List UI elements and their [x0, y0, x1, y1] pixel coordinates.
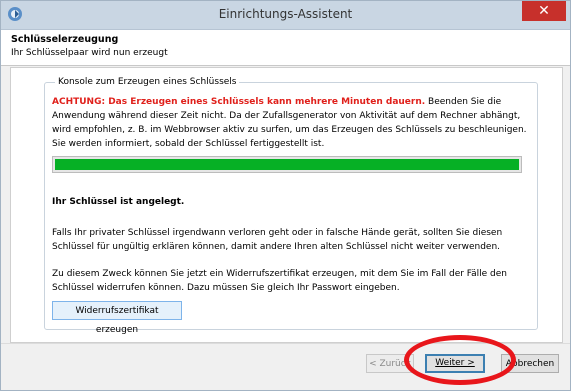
warning-text: ACHTUNG: Das Erzeugen eines Schlüssels k… — [52, 97, 426, 107]
wizard-header: Schlüsselerzeugung Ihr Schlüsselpaar wir… — [1, 30, 570, 66]
progress-bar — [52, 156, 522, 173]
revoke-info-text: Zu diesem Zweck können Sie jetzt ein Wid… — [52, 269, 508, 293]
progress-fill — [55, 159, 519, 170]
content-panel: Konsole zum Erzeugen eines Schlüssels AC… — [10, 67, 563, 343]
title-bar[interactable]: Einrichtungs-Assistent ✕ — [1, 1, 570, 30]
next-button-label: Weiter > — [435, 358, 475, 368]
page-subtitle: Ihr Schlüsselpaar wird nun erzeugt — [11, 48, 168, 58]
next-button[interactable]: Weiter > — [425, 354, 485, 373]
console-legend: Konsole zum Erzeugen eines Schlüssels — [55, 77, 240, 87]
info-paragraph: ACHTUNG: Das Erzeugen eines Schlüssels k… — [52, 95, 528, 151]
lost-key-text: Falls Ihr privater Schlüssel irgendwann … — [52, 228, 503, 252]
key-created-text: Ihr Schlüssel ist angelegt. — [52, 197, 185, 207]
create-revocation-certificate-button[interactable]: Widerrufszertifikat erzeugen — [52, 301, 182, 335]
page-title: Schlüsselerzeugung — [11, 34, 119, 45]
cancel-button[interactable]: Abbrechen — [501, 354, 559, 373]
window-title: Einrichtungs-Assistent — [218, 7, 353, 21]
wizard-window: Einrichtungs-Assistent ✕ Schlüsselerzeug… — [0, 0, 571, 391]
back-button[interactable]: < Zurück — [366, 354, 414, 373]
close-button[interactable]: ✕ — [522, 1, 566, 21]
footer-divider — [1, 343, 570, 344]
